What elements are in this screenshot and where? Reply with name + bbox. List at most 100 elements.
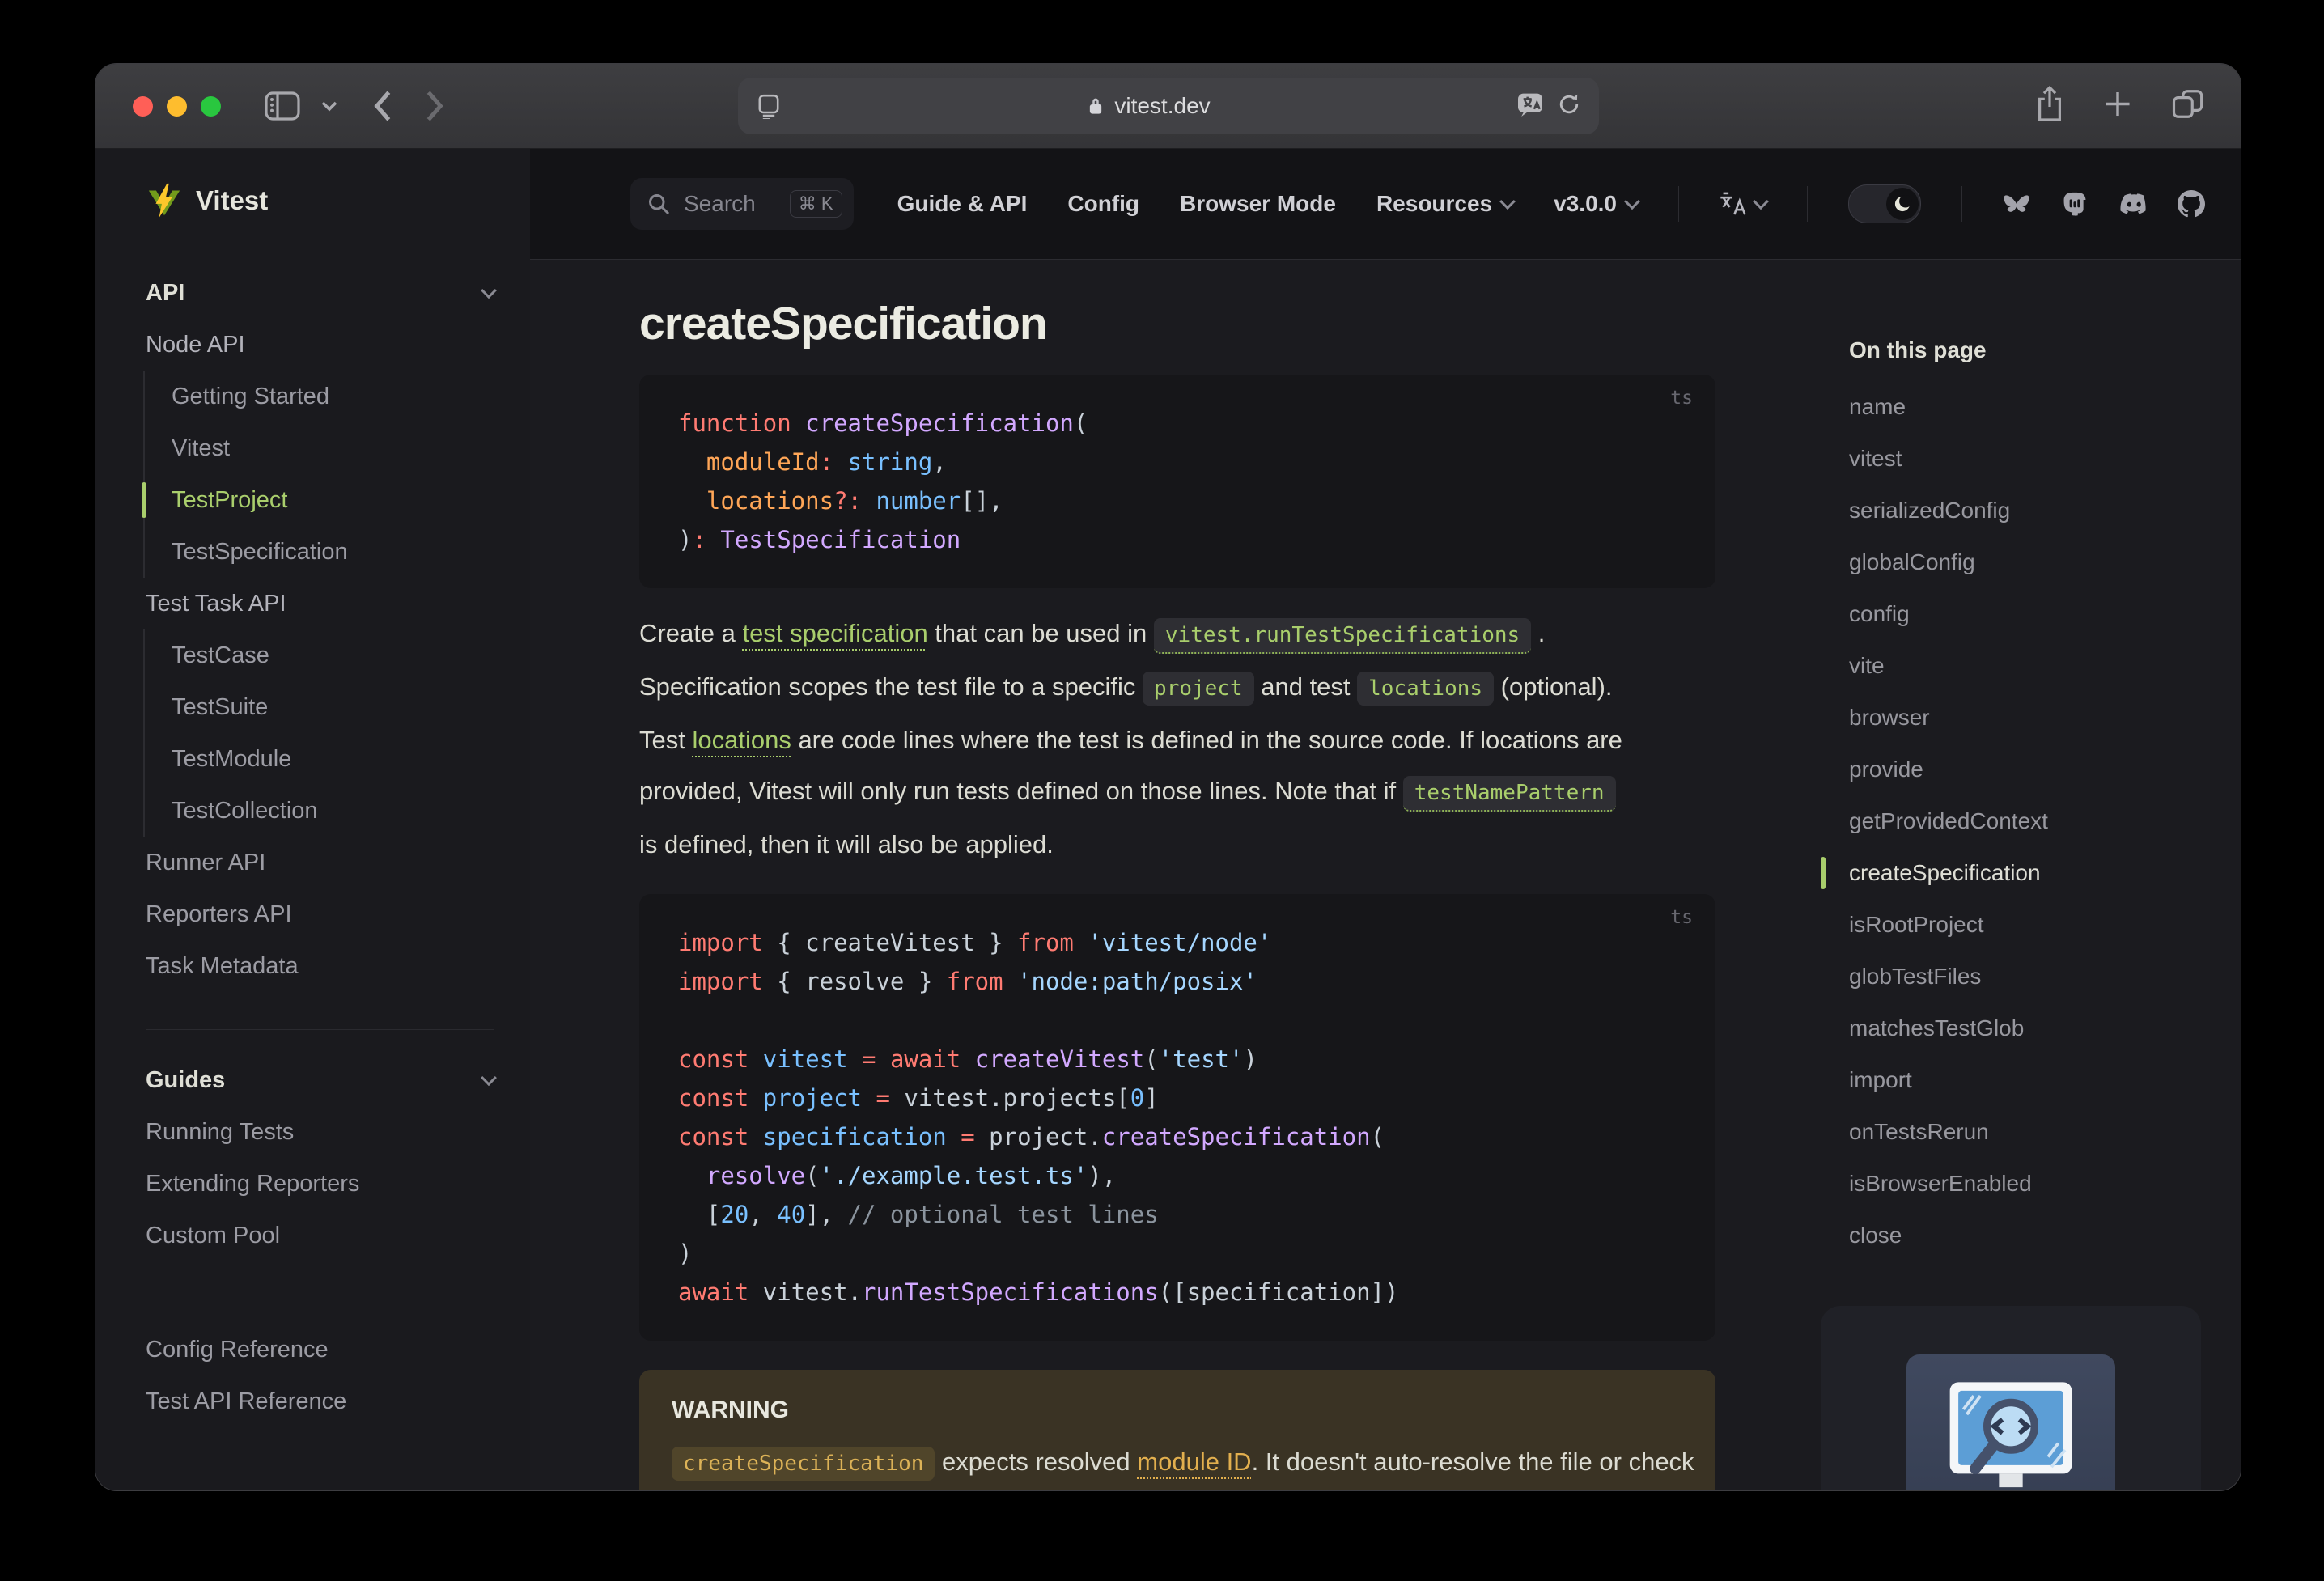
chevron-down-icon: [1624, 193, 1640, 210]
code-line: resolve('./example.test.ts'),: [706, 1162, 1117, 1189]
reader-view-icon[interactable]: [756, 93, 782, 119]
sidebar-item-vitest[interactable]: Vitest: [143, 422, 494, 474]
nav-link-guide-api[interactable]: Guide & API: [897, 191, 1028, 217]
outline-item-getprovidedcontext[interactable]: getProvidedContext: [1821, 795, 2233, 847]
outline-item-serializedconfig[interactable]: serializedConfig: [1821, 485, 2233, 536]
nav-menu-resources[interactable]: Resources: [1376, 191, 1516, 217]
sponsor-illustration-tile: [1906, 1354, 2115, 1490]
outline-title: On this page: [1849, 337, 1987, 362]
text: (optional).: [1494, 672, 1613, 701]
sidebar-item-test-api-reference[interactable]: Test API Reference: [146, 1375, 494, 1427]
doc-link[interactable]: locations: [692, 726, 791, 754]
outline-item-close[interactable]: close: [1821, 1210, 2233, 1261]
sidebar-item-extending-reporters[interactable]: Extending Reporters: [146, 1158, 494, 1210]
code-line: const specification = project.createSpec…: [678, 1123, 1385, 1151]
text: Create a: [639, 619, 743, 647]
doc-paragraph: Create a test specification that can be …: [639, 608, 1715, 870]
doc-link[interactable]: module ID: [1137, 1447, 1251, 1476]
chevron-down-icon: [1499, 193, 1516, 210]
nav-menu-v3-0-0[interactable]: v3.0.0: [1554, 191, 1640, 217]
outline-item-provide[interactable]: provide: [1821, 744, 2233, 795]
reload-icon[interactable]: [1557, 92, 1581, 121]
sidebar-group-title-api[interactable]: API: [146, 267, 497, 319]
sidebar-item-testsuite[interactable]: TestSuite: [143, 681, 494, 733]
vitest-logo-icon: [148, 183, 180, 218]
outline-item-config[interactable]: config: [1821, 588, 2233, 640]
outline-item-vite[interactable]: vite: [1821, 640, 2233, 692]
site-brand[interactable]: Vitest: [146, 149, 494, 252]
sidebar-item-custom-pool[interactable]: Custom Pool: [146, 1210, 494, 1261]
code-line: import { createVitest } from 'vitest/nod…: [678, 929, 1272, 956]
outline-item-name[interactable]: name: [1821, 381, 2233, 433]
safari-window: vitest.dev Vitest API Node API Getting S…: [95, 64, 2241, 1490]
outline-item-globalconfig[interactable]: globalConfig: [1821, 536, 2233, 588]
sidebar-item-testproject[interactable]: TestProject: [142, 474, 494, 526]
text: Specification scopes the test file to a …: [639, 672, 1143, 701]
toggle-knob: [1886, 188, 1919, 220]
sponsor-card[interactable]: [1821, 1306, 2201, 1490]
sidebar-item-node-api[interactable]: Node API: [146, 319, 494, 371]
doc-link[interactable]: test specification: [743, 619, 928, 647]
github-icon[interactable]: [2178, 190, 2205, 218]
nav-link-browser-mode[interactable]: Browser Mode: [1180, 191, 1336, 217]
site-navbar: Search ⌘ K Guide & API Config Browser Mode…: [530, 149, 2241, 260]
discord-icon[interactable]: [2119, 190, 2147, 218]
forward-button[interactable]: [425, 89, 446, 123]
sidebar-item-test-task-api[interactable]: Test Task API: [146, 578, 494, 629]
close-window-button[interactable]: [133, 95, 153, 117]
new-tab-icon[interactable]: [2101, 88, 2134, 125]
page-outline: On this page name vitest serializedConfig g…: [1821, 260, 2233, 1261]
paragraph-line: Create a test specification that can be …: [639, 608, 1715, 661]
outline-item-ontestsrerun[interactable]: onTestsRerun: [1821, 1106, 2233, 1158]
outline-item-import[interactable]: import: [1821, 1054, 2233, 1106]
warning-callout: WARNING createSpecification expects reso…: [639, 1370, 1715, 1490]
address-bar[interactable]: vitest.dev: [737, 78, 1599, 134]
nav-link-config[interactable]: Config: [1067, 191, 1139, 217]
translate-icon[interactable]: [1516, 92, 1544, 121]
doc-article: createSpecification ts function createSp…: [639, 260, 1715, 1490]
sidebar-item-testspecification[interactable]: TestSpecification: [143, 526, 494, 578]
bluesky-icon[interactable]: [2003, 190, 2030, 218]
doc-content: createSpecification ts function createSp…: [530, 260, 2241, 1490]
outline-item-isbrowserenabled[interactable]: isBrowserEnabled: [1821, 1158, 2233, 1210]
sidebar-item-testcollection[interactable]: TestCollection: [143, 785, 494, 837]
outline-item-globtestfiles[interactable]: globTestFiles: [1821, 951, 2233, 1002]
chevron-down-icon[interactable]: [321, 100, 337, 112]
sidebar-item-getting-started[interactable]: Getting Started: [143, 371, 494, 422]
sidebar-item-runner-api[interactable]: Runner API: [146, 837, 494, 888]
sidebar-group-api: API Node API Getting Started Vitest TestProj…: [142, 252, 497, 992]
code-line: const project = vitest.projects[0]: [678, 1084, 1159, 1112]
sidebar-item-reporters-api[interactable]: Reporters API: [146, 888, 494, 940]
outline-item-matchestestglob[interactable]: matchesTestGlob: [1821, 1002, 2233, 1054]
outline-item-browser[interactable]: browser: [1821, 692, 2233, 744]
tab-overview-icon[interactable]: [2171, 88, 2205, 125]
sidebar-group-title-guides[interactable]: Guides: [146, 1054, 497, 1106]
sidebar-item-task-metadata[interactable]: Task Metadata: [146, 940, 494, 992]
sidebar-toggle-icon[interactable]: [265, 91, 300, 121]
sidebar-item-testcase[interactable]: TestCase: [143, 629, 494, 681]
mastodon-icon[interactable]: [2061, 190, 2089, 218]
code-line: ): TestSpecification: [678, 526, 961, 553]
lock-icon: [1090, 98, 1102, 114]
back-button[interactable]: [371, 89, 392, 123]
traffic-lights: [133, 95, 221, 117]
outline-item-isrootproject[interactable]: isRootProject: [1821, 899, 2233, 951]
inline-code: createSpecification: [672, 1447, 935, 1481]
share-icon[interactable]: [2035, 85, 2064, 127]
chevron-down-icon: [1753, 193, 1769, 210]
page-title: createSpecification: [639, 298, 1048, 350]
inline-code-link[interactable]: vitest.runTestSpecifications: [1153, 618, 1532, 654]
sidebar-item-config-reference[interactable]: Config Reference: [146, 1324, 494, 1375]
minimize-window-button[interactable]: [167, 95, 187, 117]
search-button[interactable]: Search ⌘ K: [630, 178, 854, 230]
outline-item-createspecification[interactable]: createSpecification: [1821, 847, 2233, 899]
sidebar-item-running-tests[interactable]: Running Tests: [146, 1106, 494, 1158]
inline-code-link[interactable]: testNamePattern: [1402, 776, 1616, 812]
paragraph-line: is defined, then it will also be applied…: [639, 819, 1715, 870]
sidebar-group-guides: Guides Running Tests Extending Reporters Cu…: [146, 1054, 497, 1261]
zoom-window-button[interactable]: [201, 95, 221, 117]
sidebar-item-testmodule[interactable]: TestModule: [143, 733, 494, 785]
outline-item-vitest[interactable]: vitest: [1821, 433, 2233, 485]
language-menu[interactable]: [1720, 190, 1769, 218]
dark-mode-toggle[interactable]: [1848, 184, 1921, 223]
